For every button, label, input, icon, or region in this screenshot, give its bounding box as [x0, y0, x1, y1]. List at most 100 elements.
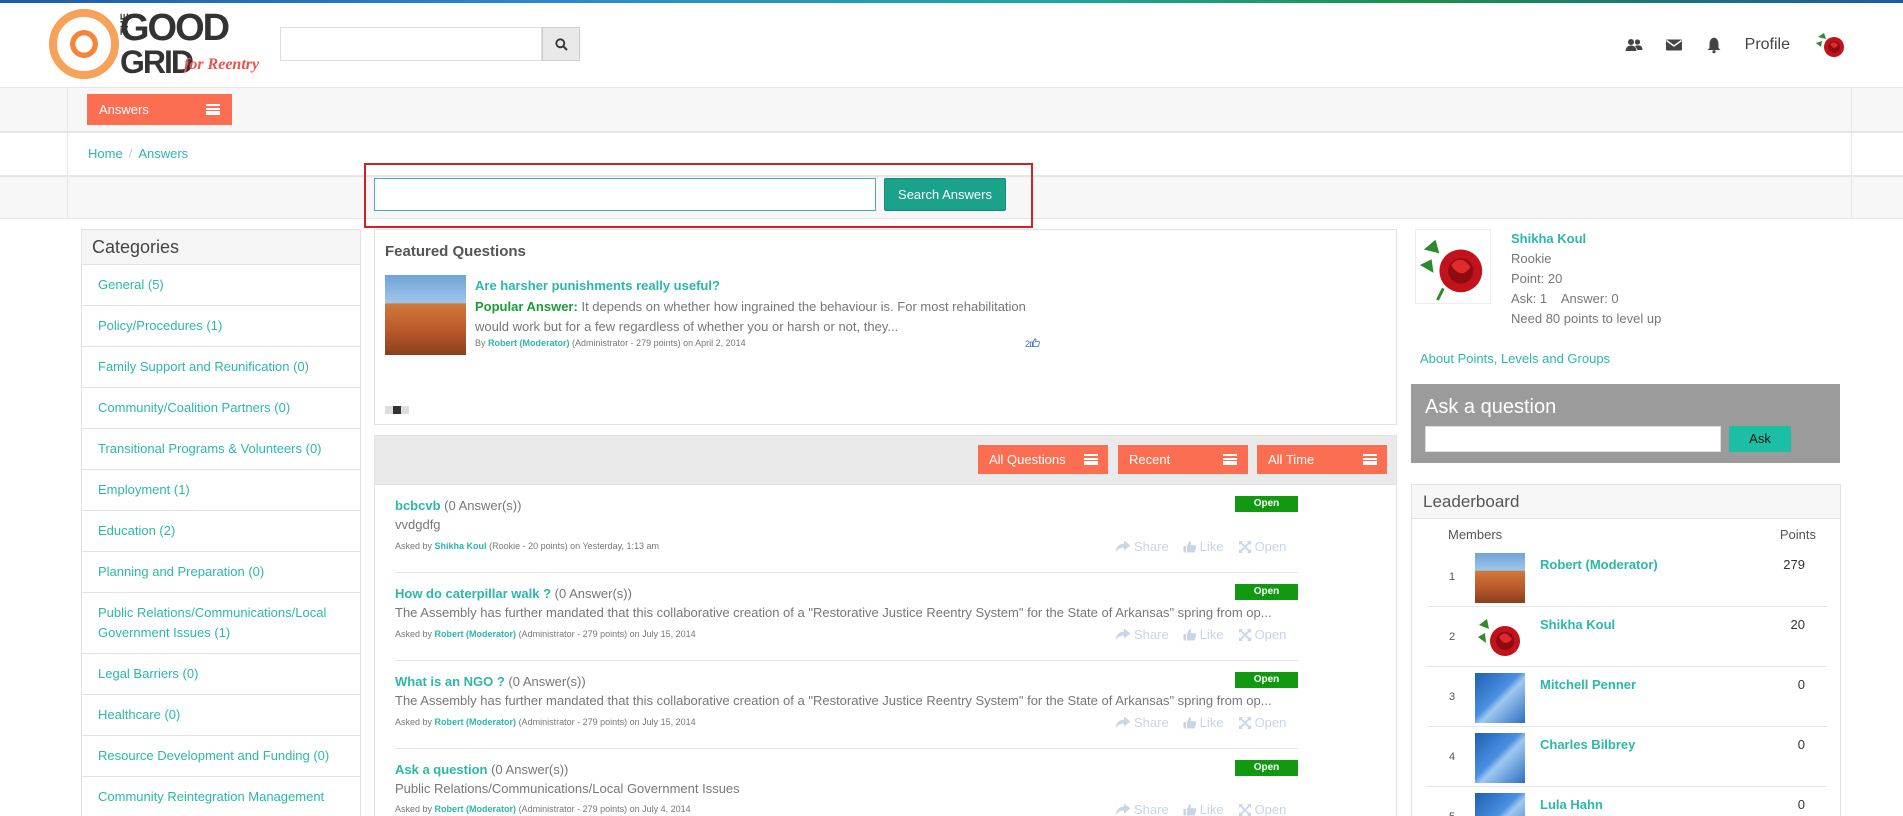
envelope-icon[interactable] — [1665, 36, 1683, 54]
question-meta-detail: (Administrator - 279 points) on July 15,… — [518, 717, 696, 727]
question-title-link[interactable]: How do caterpillar walk ? — [395, 586, 551, 601]
category-item[interactable]: Planning and Preparation (0) — [82, 552, 360, 593]
share-icon — [1115, 803, 1131, 816]
profile-name-link[interactable]: Shikha Koul — [1511, 231, 1586, 246]
ask-question-title: Ask a question — [1425, 396, 1557, 418]
like-button[interactable]: Like — [1183, 627, 1224, 642]
category-item[interactable]: Public Relations/Communications/Local Go… — [82, 593, 360, 654]
open-button[interactable]: Open — [1238, 802, 1286, 816]
question-author-link[interactable]: Robert (Moderator) — [435, 629, 517, 639]
leaderboard-avatar[interactable] — [1475, 613, 1525, 663]
search-answers-button[interactable]: Search Answers — [884, 178, 1006, 211]
user-avatar[interactable] — [1812, 27, 1848, 63]
breadcrumb-separator: / — [128, 146, 133, 161]
categories-title: Categories — [82, 230, 360, 265]
leaderboard-avatar[interactable] — [1475, 793, 1525, 816]
filter-scope-label: All Questions — [989, 452, 1066, 467]
carousel-dot[interactable] — [401, 406, 409, 414]
ask-question-input[interactable] — [1425, 426, 1721, 452]
users-icon[interactable] — [1625, 36, 1643, 54]
question-meta: Asked by Robert (Moderator) (Administrat… — [395, 717, 696, 727]
like-label: Like — [1199, 802, 1224, 816]
breadcrumb-answers[interactable]: Answers — [138, 146, 188, 161]
filter-all-time[interactable]: All Time — [1257, 445, 1387, 474]
expand-icon — [1238, 716, 1251, 729]
breadcrumb-home[interactable]: Home — [88, 146, 123, 161]
question-title-link[interactable]: bcbcvb — [395, 498, 441, 513]
like-button[interactable]: Like — [1183, 802, 1224, 816]
category-item[interactable]: Legal Barriers (0) — [82, 654, 360, 695]
question-author-link[interactable]: Robert (Moderator) — [435, 717, 517, 727]
category-item[interactable]: General (5) — [82, 265, 360, 306]
featured-question-link[interactable]: Are harsher punishments really useful? — [475, 278, 720, 293]
header-search-input[interactable] — [280, 27, 542, 61]
share-button[interactable]: Share — [1115, 539, 1169, 554]
category-item[interactable]: Transitional Programs & Volunteers (0) — [82, 429, 360, 470]
leaderboard-member-link[interactable]: Shikha Koul — [1540, 617, 1615, 632]
category-item[interactable]: Community/Coalition Partners (0) — [82, 388, 360, 429]
leaderboard-avatar[interactable] — [1475, 733, 1525, 783]
leaderboard-title: Leaderboard — [1412, 485, 1840, 519]
question-body: The Assembly has further mandated that t… — [395, 605, 1272, 620]
profile-link[interactable]: Profile — [1745, 36, 1790, 54]
open-button[interactable]: Open — [1238, 539, 1286, 554]
question-author-link[interactable]: Shikha Koul — [435, 541, 487, 551]
answers-tab[interactable]: Answers — [87, 94, 232, 125]
leaderboard-avatar[interactable] — [1475, 553, 1525, 603]
leaderboard-avatar[interactable] — [1475, 673, 1525, 723]
header-search-button[interactable] — [542, 27, 580, 61]
category-item[interactable]: Resource Development and Funding (0) — [82, 736, 360, 777]
filter-all-questions[interactable]: All Questions — [978, 445, 1108, 474]
question-answer-count: (0 Answer(s)) — [508, 674, 586, 689]
site-header: THE GOOD GRID for Reentry Profile — [0, 3, 1903, 87]
share-button[interactable]: Share — [1115, 802, 1169, 816]
category-item[interactable]: Family Support and Reunification (0) — [82, 347, 360, 388]
share-button[interactable]: Share — [1115, 627, 1169, 642]
open-button[interactable]: Open — [1238, 627, 1287, 642]
thumbs-up-icon — [1183, 717, 1196, 729]
leaderboard-points-header: Points — [1779, 527, 1816, 542]
leaderboard-member-link[interactable]: Charles Bilbrey — [1540, 737, 1635, 752]
question-author-link[interactable]: Robert (Moderator) — [435, 804, 517, 814]
open-button[interactable]: Open — [1238, 715, 1286, 730]
answers-search-input[interactable] — [374, 178, 876, 211]
like-label: Like — [1199, 539, 1224, 554]
carousel-dot-active[interactable] — [393, 406, 401, 414]
carousel-dot[interactable] — [385, 406, 393, 414]
site-logo[interactable]: THE GOOD GRID for Reentry — [49, 7, 264, 83]
leaderboard-rank: 3 — [1449, 691, 1456, 703]
question-meta-detail: (Administrator - 279 points) on July 15,… — [518, 629, 696, 639]
like-button[interactable]: Like — [1183, 715, 1224, 730]
filter-recent[interactable]: Recent — [1118, 445, 1248, 474]
category-item[interactable]: Healthcare (0) — [82, 695, 360, 736]
menu-icon — [1363, 454, 1377, 465]
ask-button[interactable]: Ask — [1729, 426, 1791, 452]
like-button[interactable]: Like — [1183, 539, 1224, 554]
share-button[interactable]: Share — [1115, 715, 1169, 730]
question-title-line: What is an NGO ? (0 Answer(s)) — [395, 674, 586, 689]
category-item[interactable]: Education (2) — [82, 511, 360, 552]
categories-panel: Categories General (5) Policy/Procedures… — [81, 229, 361, 816]
leaderboard-member-link[interactable]: Mitchell Penner — [1540, 677, 1636, 692]
question-body: vvdgdfg — [395, 517, 441, 532]
featured-author-link[interactable]: Robert (Moderator) — [488, 338, 570, 348]
leaderboard-row: 3 Mitchell Penner 0 — [1427, 667, 1827, 727]
category-item[interactable]: Policy/Procedures (1) — [82, 306, 360, 347]
category-item[interactable]: Employment (1) — [82, 470, 360, 511]
leaderboard-points: 0 — [1797, 737, 1805, 752]
about-points-link[interactable]: About Points, Levels and Groups — [1420, 351, 1610, 366]
open-label: Open — [1254, 627, 1287, 642]
question-actions: Share Like Open — [1115, 627, 1286, 642]
bell-icon[interactable] — [1705, 36, 1723, 54]
question-title-link[interactable]: What is an NGO ? — [395, 674, 505, 689]
like-label: Like — [1199, 715, 1224, 730]
profile-points: Point: 20 — [1511, 271, 1563, 286]
featured-like-count[interactable]: 2 — [1025, 338, 1040, 349]
leaderboard-member-link[interactable]: Lula Hahn — [1540, 797, 1603, 812]
question-title-link[interactable]: Ask a question — [395, 762, 487, 777]
status-badge: Open — [1235, 760, 1298, 776]
answers-tab-label: Answers — [99, 102, 149, 117]
category-item[interactable]: Community Reintegration Management — [82, 777, 360, 816]
profile-avatar[interactable] — [1415, 229, 1491, 304]
leaderboard-member-link[interactable]: Robert (Moderator) — [1540, 557, 1658, 572]
